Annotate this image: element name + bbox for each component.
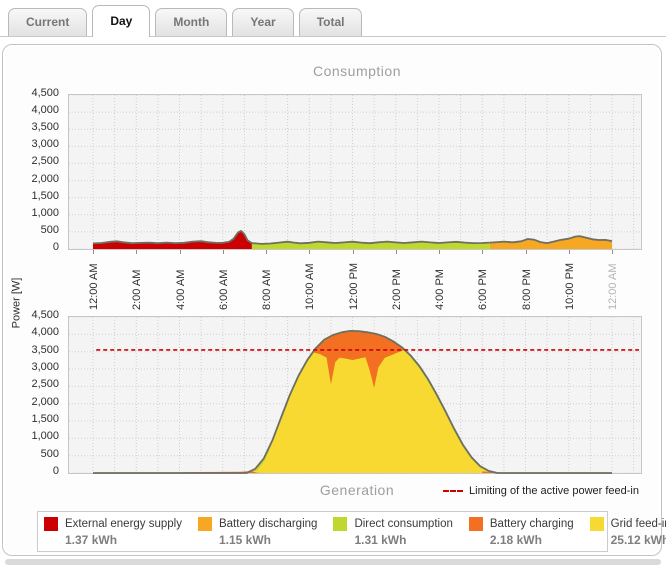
x-tick-label: 2:00 AM: [131, 270, 143, 310]
legend-label: Battery charging: [490, 518, 574, 530]
x-tick-label: 6:00 PM: [477, 269, 489, 310]
x-tick-label: 6:00 AM: [218, 270, 230, 310]
x-tick-mark: [396, 250, 397, 254]
x-tick-mark: [136, 250, 137, 254]
energy-monitor-screen: CurrentDayMonthYearTotal Consumption 0 50…: [0, 0, 666, 567]
x-tick-mark: [180, 250, 181, 254]
tab-month[interactable]: Month: [155, 8, 227, 36]
y-tick-label: 3,500: [31, 121, 59, 133]
legend-entry-direct-consumption: Direct consumption 1.31 kWh: [333, 517, 452, 547]
chart-panel: Consumption 0 500 1,000 1,500 2,000 2,500 3,00…: [2, 44, 662, 556]
y-tick-label: 0: [53, 241, 59, 253]
tab-bar: CurrentDayMonthYearTotal: [0, 0, 666, 37]
x-tick-mark: [93, 250, 94, 254]
x-tick-mark: [439, 250, 440, 254]
legend-label: External energy supply: [65, 518, 182, 530]
time-axis-labels: 12:00 AM 2:00 AM 4:00 AM 6:00 AM 8:00 AM 10:0…: [69, 250, 643, 312]
y-tick-label: 4,000: [31, 326, 59, 338]
x-tick-mark: [526, 250, 527, 254]
x-tick-label: 12:00 PM: [348, 263, 360, 310]
legend-label: Battery discharging: [219, 518, 317, 530]
series-outline: [93, 231, 252, 244]
tab-total[interactable]: Total: [299, 8, 363, 36]
y-tick-label: 2,000: [31, 396, 59, 408]
limit-line-legend: Limiting of the active power feed-in: [443, 485, 639, 497]
series-legend: External energy supply 1.37 kWh Battery di…: [37, 511, 608, 552]
panel-footer-bar: [5, 559, 661, 565]
y-tick-label: 2,500: [31, 378, 59, 390]
generation-chart-plot[interactable]: [68, 316, 642, 474]
legend-color-swatch: [198, 517, 212, 531]
x-tick-label: 8:00 PM: [521, 269, 533, 310]
x-tick-label: 4:00 PM: [434, 269, 446, 310]
legend-color-swatch: [590, 517, 604, 531]
tab-current[interactable]: Current: [8, 8, 87, 36]
x-tick-label: 10:00 AM: [304, 264, 316, 310]
legend-value: 1.15 kWh: [219, 533, 317, 547]
consumption-y-axis-labels: 05001,0001,5002,0002,5003,0003,5004,0004…: [3, 94, 63, 248]
x-tick-mark: [223, 250, 224, 254]
x-tick-label: 8:00 AM: [261, 270, 273, 310]
legend-label: Grid feed-in: [611, 518, 666, 530]
legend-label: Direct consumption: [354, 518, 452, 530]
y-tick-label: 3,000: [31, 361, 59, 373]
x-tick-mark: [353, 250, 354, 254]
y-tick-label: 500: [41, 448, 59, 460]
x-tick-mark: [309, 250, 310, 254]
y-tick-label: 1,500: [31, 190, 59, 202]
x-tick-label: 10:00 PM: [564, 263, 576, 310]
legend-value: 1.37 kWh: [65, 533, 182, 547]
legend-color-swatch: [469, 517, 483, 531]
legend-color-swatch: [44, 517, 58, 531]
y-tick-label: 2,000: [31, 173, 59, 185]
x-tick-mark: [569, 250, 570, 254]
y-tick-label: 500: [41, 224, 59, 236]
series-external-energy-supply: [93, 231, 252, 249]
y-tick-label: 0: [53, 465, 59, 477]
legend-entry-battery-discharging: Battery discharging 1.15 kWh: [198, 517, 317, 547]
x-tick-label: 4:00 AM: [175, 270, 187, 310]
legend-entry-battery-charging: Battery charging 2.18 kWh: [469, 517, 574, 547]
x-tick-mark: [482, 250, 483, 254]
consumption-chart-plot[interactable]: [68, 94, 642, 250]
x-tick-label: 2:00 PM: [391, 269, 403, 310]
y-tick-label: 2,500: [31, 155, 59, 167]
y-tick-label: 3,000: [31, 138, 59, 150]
legend-entry-grid-feed-in: Grid feed-in 25.12 kWh: [590, 517, 666, 547]
x-tick-mark: [612, 250, 613, 254]
tab-day[interactable]: Day: [92, 5, 150, 37]
x-tick-mark: [266, 250, 267, 254]
x-tick-label: 12:00 AM: [88, 264, 100, 310]
legend-color-swatch: [333, 517, 347, 531]
y-tick-label: 4,500: [31, 309, 59, 321]
x-tick-label: 12:00 AM: [607, 264, 619, 310]
legend-entry-external-energy-supply: External energy supply 1.37 kWh: [44, 517, 182, 547]
y-tick-label: 4,500: [31, 87, 59, 99]
tab-year[interactable]: Year: [232, 8, 293, 36]
red-dashed-line-icon: [443, 490, 463, 492]
y-tick-label: 1,500: [31, 413, 59, 425]
consumption-chart-title: Consumption: [71, 63, 643, 79]
limit-line-label: Limiting of the active power feed-in: [469, 485, 639, 497]
legend-value: 1.31 kWh: [354, 533, 452, 547]
y-tick-label: 3,500: [31, 344, 59, 356]
y-tick-label: 4,000: [31, 104, 59, 116]
generation-y-axis-labels: 05001,0001,5002,0002,5003,0003,5004,0004…: [3, 316, 63, 472]
y-tick-label: 1,000: [31, 207, 59, 219]
y-tick-label: 1,000: [31, 430, 59, 442]
legend-value: 25.12 kWh: [611, 533, 666, 547]
legend-value: 2.18 kWh: [490, 533, 574, 547]
